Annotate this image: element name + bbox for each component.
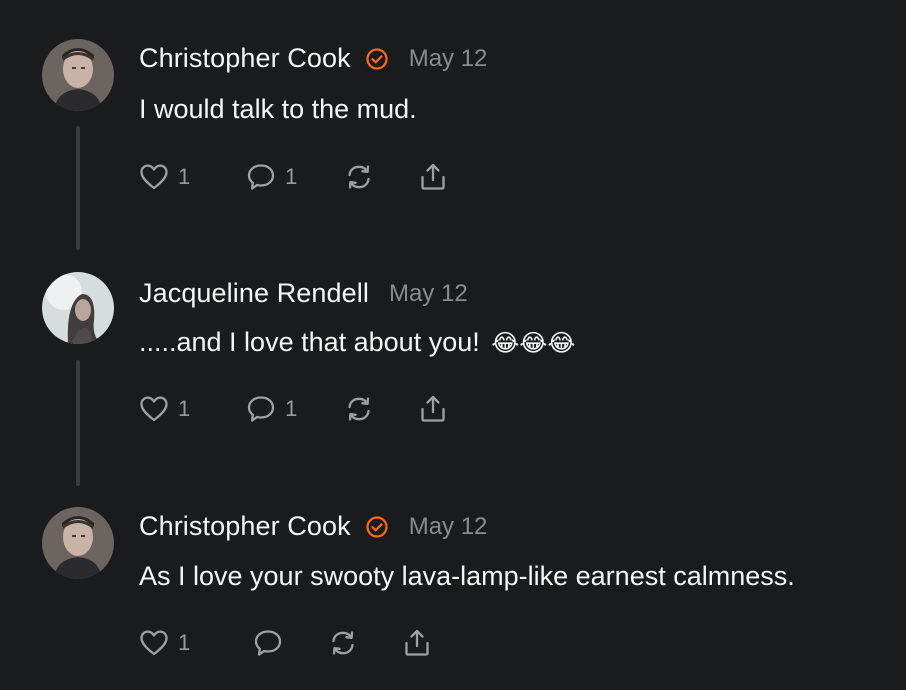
author-avatar[interactable] <box>42 272 114 344</box>
man-portrait-icon <box>42 39 114 111</box>
comment-date[interactable]: May 12 <box>389 280 468 308</box>
restack-arrows-icon <box>348 397 370 421</box>
restack-arrows-icon <box>332 631 354 655</box>
like-button[interactable]: 1 <box>138 161 190 193</box>
verified-check-icon <box>365 515 389 539</box>
laughing-emoji: 😂😂😂 <box>491 330 576 357</box>
share-upload-icon <box>405 629 429 656</box>
reply-count: 1 <box>285 164 298 189</box>
restack-arrows-icon <box>348 165 370 189</box>
heart-icon <box>140 630 168 656</box>
author-name[interactable]: Christopher Cook <box>139 43 351 74</box>
restack-button[interactable] <box>343 393 375 425</box>
reply-button[interactable] <box>252 627 284 659</box>
like-count: 1 <box>178 630 191 655</box>
heart-icon <box>140 396 168 422</box>
comment-text: .....and I love that about you! <box>139 327 480 357</box>
comment-body: As I love your swooty lava-lamp-like ear… <box>139 561 795 592</box>
reply-button[interactable]: 1 <box>245 161 297 193</box>
thread-line <box>76 126 80 250</box>
comment-body: I would talk to the mud. <box>139 94 417 125</box>
like-count: 1 <box>178 396 191 421</box>
reply-button[interactable]: 1 <box>245 393 297 425</box>
restack-button[interactable] <box>343 161 375 193</box>
speech-bubble-icon <box>247 396 275 422</box>
heart-icon <box>140 164 168 190</box>
verified-check-icon <box>365 47 389 71</box>
author-name[interactable]: Christopher Cook <box>139 511 351 542</box>
share-upload-icon <box>421 395 445 422</box>
author-avatar[interactable] <box>42 39 114 111</box>
share-button[interactable] <box>417 393 449 425</box>
speech-bubble-icon <box>254 630 282 656</box>
share-button[interactable] <box>401 627 433 659</box>
comment-header: Christopher Cook May 12 <box>139 43 487 74</box>
like-button[interactable]: 1 <box>138 627 190 659</box>
comment-body: .....and I love that about you! 😂😂😂 <box>139 327 575 358</box>
share-button[interactable] <box>417 161 449 193</box>
like-count: 1 <box>178 164 191 189</box>
reply-count: 1 <box>285 396 298 421</box>
comment-text: I would talk to the mud. <box>139 94 417 124</box>
restack-button[interactable] <box>327 627 359 659</box>
like-button[interactable]: 1 <box>138 393 190 425</box>
comment-date[interactable]: May 12 <box>409 45 488 73</box>
comment-header: Christopher Cook May 12 <box>139 511 487 542</box>
comment-header: Jacqueline Rendell May 12 <box>139 278 468 309</box>
comment-text: As I love your swooty lava-lamp-like ear… <box>139 561 795 591</box>
share-upload-icon <box>421 163 445 190</box>
man-portrait-icon <box>42 507 114 579</box>
author-avatar[interactable] <box>42 507 114 579</box>
author-name[interactable]: Jacqueline Rendell <box>139 278 369 309</box>
woman-portrait-icon <box>42 272 114 344</box>
comment-date[interactable]: May 12 <box>409 513 488 541</box>
speech-bubble-icon <box>247 164 275 190</box>
thread-line <box>76 360 80 486</box>
